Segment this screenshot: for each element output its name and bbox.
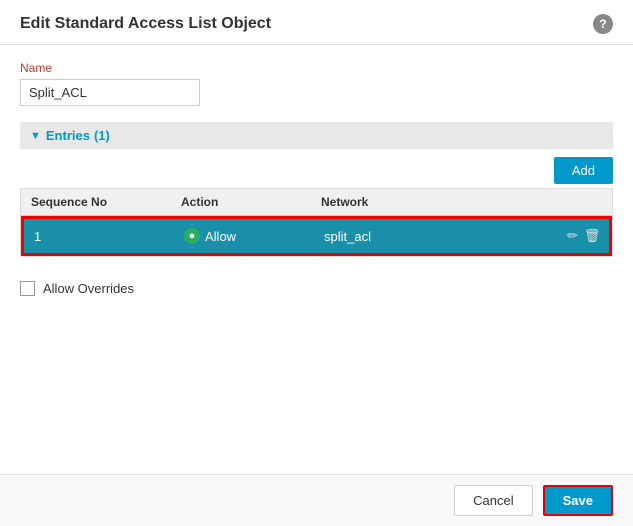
dialog-header: Edit Standard Access List Object ? — [0, 0, 633, 45]
allow-overrides-checkbox[interactable] — [20, 281, 35, 296]
cell-row-actions: ✏ 🗑 — [549, 222, 609, 250]
row-icons: ✏ 🗑 — [559, 228, 599, 244]
edit-dialog: Edit Standard Access List Object ? Name … — [0, 0, 633, 526]
dialog-title: Edit Standard Access List Object — [20, 15, 271, 33]
cancel-button[interactable]: Cancel — [454, 485, 532, 516]
entries-header: ▼ Entries (1) — [20, 122, 613, 149]
entries-section: ▼ Entries (1) Add Sequence No Action Net… — [20, 122, 613, 257]
col-header-seq: Sequence No — [21, 189, 171, 215]
edit-icon[interactable]: ✏ — [567, 228, 578, 244]
dialog-body: Name ▼ Entries (1) Add Sequence No Actio… — [0, 45, 633, 474]
col-header-network: Network — [311, 189, 552, 215]
col-header-action: Action — [171, 189, 311, 215]
allow-overrides-section: Allow Overrides — [20, 281, 613, 296]
name-label: Name — [20, 61, 613, 75]
entries-arrow-icon: ▼ — [30, 130, 41, 142]
allow-overrides-label: Allow Overrides — [43, 281, 134, 296]
allow-icon: ● — [184, 228, 200, 244]
add-button-row: Add — [20, 157, 613, 184]
table-header: Sequence No Action Network — [21, 189, 612, 216]
table-row: 1 ● Allow split_acl ✏ 🗑 — [21, 216, 612, 256]
cell-action: ● Allow — [174, 222, 314, 250]
cell-seq: 1 — [24, 223, 174, 250]
cell-network: split_acl — [314, 223, 549, 250]
action-label: Allow — [205, 229, 236, 244]
entries-count: (1) — [94, 128, 110, 143]
add-button[interactable]: Add — [554, 157, 613, 184]
help-icon[interactable]: ? — [593, 14, 613, 34]
action-cell: ● Allow — [184, 228, 304, 244]
col-header-btns — [552, 189, 612, 215]
delete-icon[interactable]: 🗑 — [584, 228, 601, 244]
save-button[interactable]: Save — [543, 485, 613, 516]
dialog-footer: Cancel Save — [0, 474, 633, 526]
entries-label: Entries — [46, 128, 90, 143]
entries-table: Sequence No Action Network 1 ● Allow spl… — [20, 188, 613, 257]
name-input[interactable] — [20, 79, 200, 106]
